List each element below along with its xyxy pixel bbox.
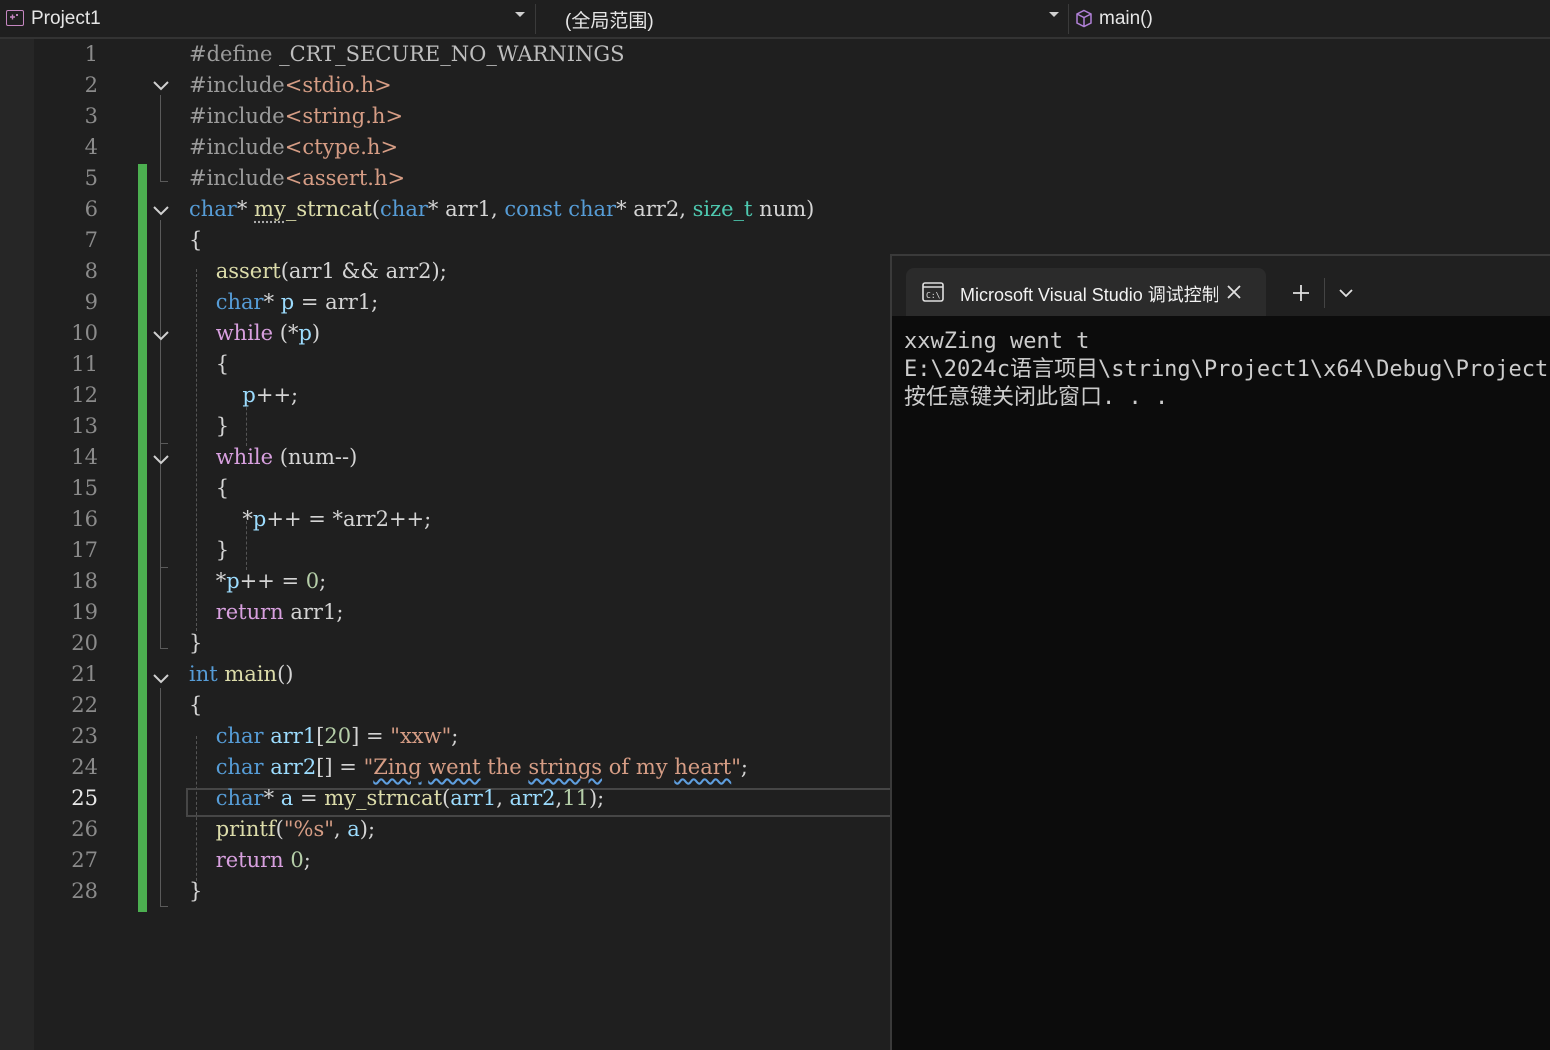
- line-number: 19: [71, 600, 98, 624]
- divider: [1068, 4, 1069, 34]
- code-line[interactable]: }: [189, 876, 202, 907]
- code-line[interactable]: char arr1[20] = "xxw";: [189, 721, 459, 752]
- code-line[interactable]: while (*p): [189, 318, 320, 349]
- fold-guide: [160, 567, 168, 568]
- line-number: 4: [84, 135, 98, 159]
- code-line[interactable]: return arr1;: [189, 597, 344, 628]
- line-number: 8: [84, 259, 98, 283]
- collapse-chevron-icon[interactable]: [152, 76, 170, 94]
- line-number: 23: [71, 724, 98, 748]
- member-label: main(): [1099, 8, 1153, 29]
- line-number: 9: [84, 290, 98, 314]
- line-number: 16: [71, 507, 98, 531]
- fold-guide: [160, 443, 168, 444]
- line-number: 6: [84, 197, 98, 221]
- code-line[interactable]: #include<assert.h>: [189, 163, 405, 194]
- code-line[interactable]: printf("%s", a);: [189, 814, 375, 845]
- terminal-tab[interactable]: C:\ Microsoft Visual Studio 调试控制台: [906, 268, 1266, 316]
- code-line[interactable]: char* my_strncat(char* arr1, const char*…: [189, 194, 814, 225]
- fold-guide: [160, 688, 161, 906]
- line-number: 24: [71, 755, 98, 779]
- cube-icon: [1075, 9, 1093, 33]
- code-line[interactable]: {: [189, 225, 202, 256]
- code-line[interactable]: return 0;: [189, 845, 311, 876]
- fold-guide: [160, 181, 168, 182]
- line-number: 22: [71, 693, 98, 717]
- new-tab-plus-icon[interactable]: [1292, 284, 1310, 302]
- terminal-tab-title: Microsoft Visual Studio 调试控制台: [960, 285, 1218, 305]
- code-line[interactable]: #include<ctype.h>: [189, 132, 398, 163]
- line-number: 14: [71, 445, 98, 469]
- line-number: 17: [71, 538, 98, 562]
- project-label: Project1: [31, 8, 101, 29]
- project-dropdown[interactable]: Project1: [31, 4, 511, 34]
- terminal-line: xxwZing went t: [904, 329, 1090, 354]
- code-line[interactable]: }: [189, 628, 202, 659]
- collapse-chevron-icon[interactable]: [152, 201, 170, 219]
- terminal-line: 按任意键关闭此窗口. . .: [904, 385, 1169, 410]
- close-icon[interactable]: [1226, 284, 1242, 300]
- line-number: 1: [84, 42, 98, 66]
- line-number: 13: [71, 414, 98, 438]
- code-line[interactable]: #define _CRT_SECURE_NO_WARNINGS: [189, 39, 625, 70]
- line-number: 2: [84, 73, 98, 97]
- collapse-chevron-icon[interactable]: [152, 450, 170, 468]
- debug-console-window[interactable]: C:\ Microsoft Visual Studio 调试控制台 xxwZin…: [890, 254, 1550, 1050]
- fold-guide: [160, 345, 161, 443]
- line-number: 27: [71, 848, 98, 872]
- code-line[interactable]: #include<string.h>: [189, 101, 403, 132]
- code-line[interactable]: {: [189, 349, 229, 380]
- fold-guide: [160, 95, 161, 181]
- code-line[interactable]: }: [189, 535, 229, 566]
- member-dropdown[interactable]: main(): [1099, 4, 1539, 34]
- chevron-down-icon[interactable]: [1338, 287, 1354, 299]
- divider: [535, 4, 536, 34]
- scope-label: (全局范围): [565, 10, 654, 32]
- scope-dropdown[interactable]: (全局范围): [565, 4, 1045, 34]
- line-number: 12: [71, 383, 98, 407]
- code-line[interactable]: assert(arr1 && arr2);: [189, 256, 447, 287]
- collapse-chevron-icon[interactable]: [152, 669, 170, 687]
- line-number: 21: [71, 662, 98, 686]
- line-number: 5: [84, 166, 98, 190]
- code-line[interactable]: *p++ = 0;: [189, 566, 327, 597]
- line-number: 11: [71, 352, 98, 376]
- change-indicator: [138, 164, 147, 912]
- line-number: 26: [71, 817, 98, 841]
- svg-text:C:\: C:\: [926, 291, 941, 300]
- code-line[interactable]: char* p = arr1;: [189, 287, 378, 318]
- chevron-down-icon[interactable]: [1049, 12, 1059, 17]
- glyph-margin: [0, 39, 34, 1050]
- code-line[interactable]: int main(): [189, 659, 293, 690]
- line-number: 25: [71, 786, 98, 810]
- console-icon: C:\: [922, 282, 944, 302]
- line-number: 15: [71, 476, 98, 500]
- line-number: 7: [84, 228, 98, 252]
- code-line[interactable]: char* a = my_strncat(arr1, arr2,11);: [189, 783, 605, 814]
- chevron-down-icon[interactable]: [515, 12, 525, 17]
- fold-guide: [160, 906, 168, 907]
- terminal-output[interactable]: xxwZing went t E:\2024c语言项目\string\Proje…: [904, 328, 1550, 412]
- code-line[interactable]: {: [189, 690, 202, 721]
- navigation-bar: Project1 (全局范围) main(): [0, 0, 1550, 39]
- line-number: 20: [71, 631, 98, 655]
- code-line[interactable]: *p++ = *arr2++;: [189, 504, 431, 535]
- fold-guide: [160, 648, 168, 649]
- line-number: 28: [71, 879, 98, 903]
- terminal-tab-strip: C:\ Microsoft Visual Studio 调试控制台: [892, 256, 1550, 316]
- collapse-chevron-icon[interactable]: [152, 326, 170, 344]
- line-number: 3: [84, 104, 98, 128]
- code-line[interactable]: while (num--): [189, 442, 358, 473]
- divider: [1324, 278, 1325, 308]
- fold-guide: [160, 469, 161, 567]
- line-number: 18: [71, 569, 98, 593]
- code-line[interactable]: #include<stdio.h>: [189, 70, 392, 101]
- code-line[interactable]: char arr2[] = "Zing went the strings of …: [189, 752, 748, 783]
- code-line[interactable]: }: [189, 411, 229, 442]
- code-line[interactable]: p++;: [189, 380, 298, 411]
- terminal-line: E:\2024c语言项目\string\Project1\x64\Debug\P…: [904, 357, 1550, 382]
- project-icon: [6, 10, 24, 26]
- code-line[interactable]: {: [189, 473, 229, 504]
- line-number: 10: [71, 321, 98, 345]
